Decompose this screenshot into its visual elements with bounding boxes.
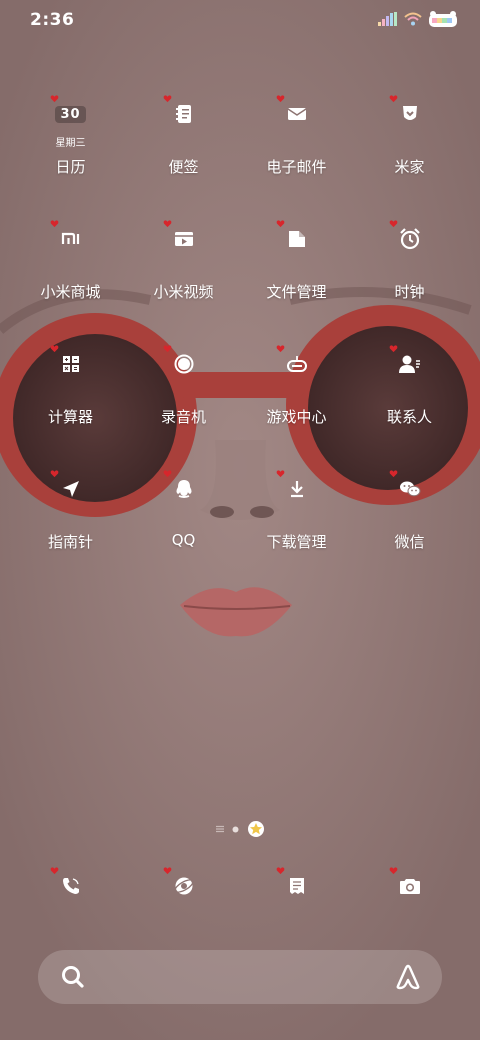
app-download[interactable]: 下载管理 [240,465,353,575]
app-label: 录音机 [160,408,206,426]
app-label: 指南针 [47,533,93,551]
app-label: QQ [171,531,196,549]
app-qq[interactable]: QQ [127,465,240,575]
app-recorder[interactable]: 录音机 [127,340,240,450]
clock-icon [394,223,426,255]
app-game-center[interactable]: 游戏中心 [240,340,353,450]
app-mi-store[interactable]: 小米商城 [14,215,127,325]
menu-lines-icon[interactable] [215,825,224,833]
app-calculator[interactable]: 计算器 [14,340,127,450]
app-label: 下载管理 [266,533,327,551]
dock-camera[interactable] [353,862,466,922]
status-time: 2:36 [30,10,75,30]
dock [14,862,466,922]
app-calendar[interactable]: 30 星期三 日历 [14,90,127,200]
app-label: 计算器 [47,408,93,426]
page-indicator [0,820,480,838]
camera-icon [394,870,426,902]
status-bar: 2:36 [0,0,480,44]
app-clock[interactable]: 时钟 [353,215,466,325]
recorder-icon [168,348,200,380]
signal-icon [378,12,397,26]
search-icon[interactable] [60,964,86,990]
mi-store-icon [55,223,87,255]
contacts-icon [394,348,426,380]
mail-icon [281,98,313,130]
app-notes[interactable]: 便签 [127,90,240,200]
app-label: 时钟 [394,283,425,301]
app-wechat[interactable]: 微信 [353,465,466,575]
dock-messages[interactable] [240,862,353,922]
calendar-weekday: 星期三 [55,138,86,149]
app-contacts[interactable]: 联系人 [353,340,466,450]
app-label: 联系人 [386,408,432,426]
app-email[interactable]: 电子邮件 [240,90,353,200]
assistant-icon[interactable] [394,964,422,990]
app-label: 米家 [394,158,425,176]
page-dot-icon[interactable] [232,826,239,833]
search-bar[interactable] [38,950,442,1004]
video-icon [168,223,200,255]
dock-phone[interactable] [14,862,127,922]
file-manager-icon [281,223,313,255]
app-label: 电子邮件 [266,158,327,176]
app-mijia[interactable]: 米家 [353,90,466,200]
app-label: 文件管理 [266,283,327,301]
app-file-manager[interactable]: 文件管理 [240,215,353,325]
calculator-icon [55,348,87,380]
mijia-icon [394,98,426,130]
compass-icon [55,473,87,505]
calendar-date: 30 [55,105,86,123]
calendar-icon: 30 [55,98,87,130]
app-label: 日历 [55,158,86,176]
wechat-icon [394,473,426,505]
star-page-icon[interactable] [247,820,265,838]
phone-icon [55,870,87,902]
messages-icon [281,870,313,902]
qq-icon [168,473,200,505]
app-label: 游戏中心 [266,408,327,426]
battery-icon [429,11,457,27]
dock-browser[interactable] [127,862,240,922]
wifi-icon [404,12,422,26]
app-label: 小米视频 [153,283,214,301]
notes-icon [168,98,200,130]
app-video[interactable]: 小米视频 [127,215,240,325]
game-center-icon [281,348,313,380]
app-label: 小米商城 [40,283,101,301]
app-label: 微信 [394,533,425,551]
app-label: 便签 [168,158,199,176]
app-compass[interactable]: 指南针 [14,465,127,575]
download-icon [281,473,313,505]
browser-icon [168,870,200,902]
